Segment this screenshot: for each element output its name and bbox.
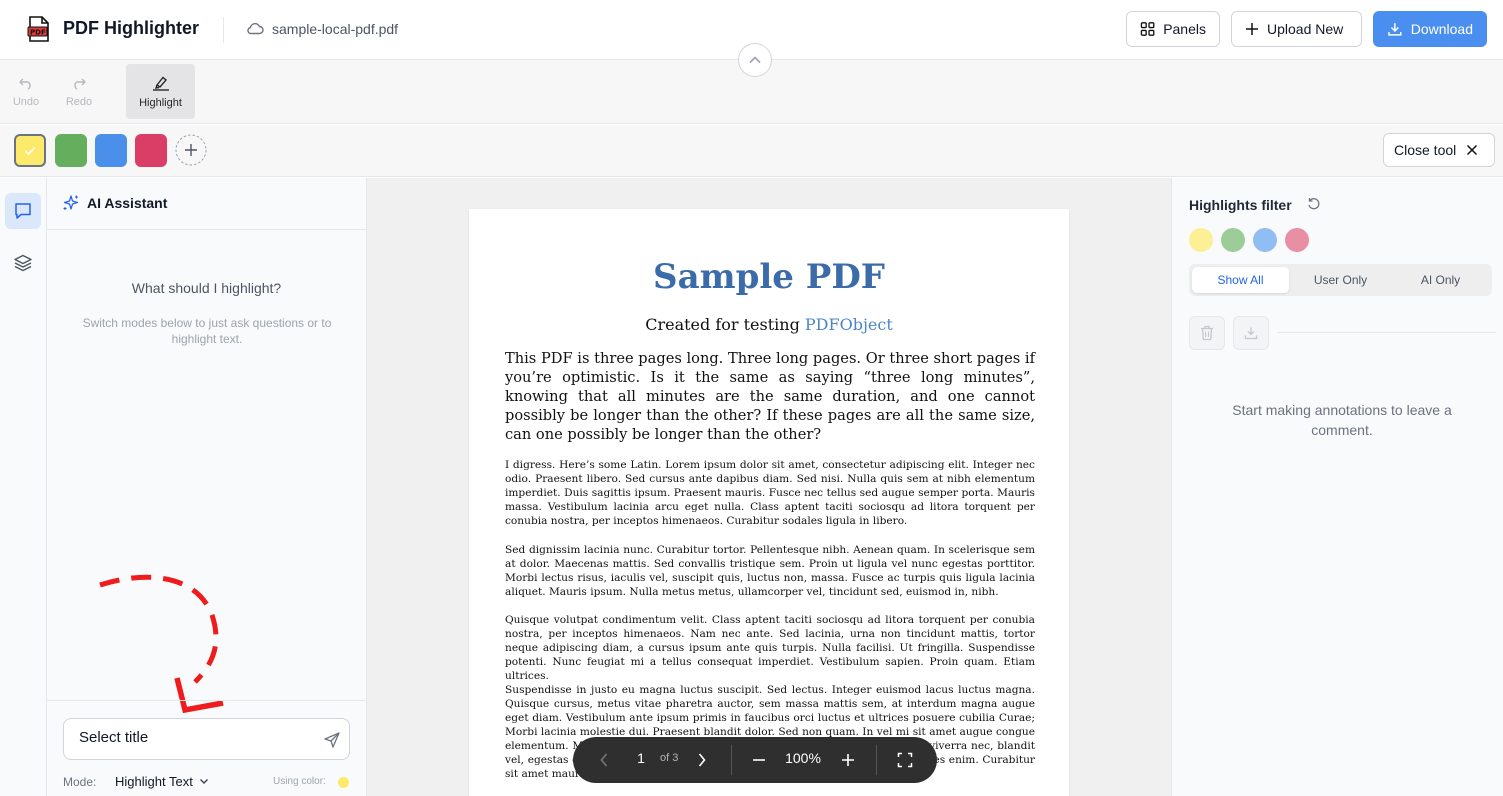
- layers-icon: [14, 254, 32, 272]
- document-viewer: Sample PDF Created for testing PDFObject…: [367, 178, 1171, 796]
- file-name[interactable]: sample-local-pdf.pdf: [272, 21, 398, 37]
- highlighter-icon: [152, 76, 169, 91]
- highlights-filter-title: Highlights filter: [1189, 197, 1292, 213]
- red-arrow-annotation: [99, 574, 224, 714]
- undo-label: Undo: [12, 95, 40, 108]
- color-swatch-green[interactable]: [55, 134, 87, 167]
- trash-icon: [1201, 325, 1213, 341]
- collapse-toolbar-button[interactable]: [738, 43, 772, 77]
- chat-panel-button[interactable]: [5, 193, 41, 229]
- app-title: PDF Highlighter: [63, 18, 199, 38]
- using-color-dot: [338, 777, 349, 788]
- ai-panel-header: AI Assistant: [47, 178, 366, 230]
- panels-label: Panels: [1163, 21, 1206, 37]
- cloud-icon: [247, 22, 264, 35]
- delete-highlights-button[interactable]: [1189, 316, 1225, 350]
- panel-divider: [1278, 332, 1496, 333]
- color-bar: [0, 125, 1503, 177]
- download-label: Download: [1410, 21, 1473, 37]
- highlight-label: Highlight: [139, 96, 182, 109]
- download-icon: [1388, 23, 1402, 36]
- color-swatch-yellow[interactable]: [14, 134, 46, 167]
- color-swatch-blue[interactable]: [95, 134, 127, 167]
- filter-color-red[interactable]: [1285, 228, 1309, 252]
- filter-color-yellow[interactable]: [1189, 228, 1213, 252]
- using-color-label: Using color:: [273, 776, 326, 787]
- pager-divider: [731, 745, 732, 775]
- tab-user-only[interactable]: User Only: [1292, 267, 1389, 293]
- fullscreen-icon[interactable]: [897, 752, 913, 768]
- redo-button[interactable]: Redo: [59, 64, 99, 119]
- tab-ai-only[interactable]: AI Only: [1392, 267, 1489, 293]
- chevron-left-icon[interactable]: [599, 752, 609, 768]
- tab-show-all[interactable]: Show All: [1192, 267, 1289, 293]
- close-icon: [1467, 144, 1478, 156]
- ai-panel-footer: Mode: Highlight Text Using color:: [47, 700, 366, 796]
- left-rail: [0, 178, 47, 796]
- subtitle-text: Created for testing: [645, 315, 805, 334]
- grid-icon: [1140, 22, 1155, 36]
- add-color-button[interactable]: [175, 134, 207, 166]
- pdf-title[interactable]: Sample PDF: [469, 257, 1069, 297]
- svg-text:PDF: PDF: [30, 28, 46, 36]
- upload-label: Upload New: [1267, 21, 1344, 37]
- pdf-file-icon: PDF: [27, 16, 49, 42]
- page-number[interactable]: 1: [631, 750, 651, 766]
- ai-empty-hint: Switch modes below to just ask questions…: [82, 316, 332, 346]
- chat-input[interactable]: [79, 729, 309, 746]
- redo-label: Redo: [65, 95, 93, 108]
- chevron-right-icon[interactable]: [697, 752, 707, 768]
- plus-icon: [1246, 23, 1258, 35]
- pdf-paragraph[interactable]: Sed dignissim lacinia nunc. Curabitur to…: [505, 543, 1035, 599]
- pdf-intro-paragraph[interactable]: This PDF is three pages long. Three long…: [505, 349, 1035, 444]
- color-swatch-red[interactable]: [135, 134, 167, 167]
- check-icon: [24, 146, 36, 155]
- chevron-up-icon: [749, 56, 761, 64]
- close-tool-button[interactable]: Close tool: [1383, 133, 1495, 167]
- zoom-level: 100%: [785, 750, 821, 766]
- download-icon: [1244, 327, 1258, 340]
- highlight-tool-button[interactable]: Highlight: [126, 64, 195, 119]
- pager-divider: [876, 745, 877, 775]
- header-divider: [223, 17, 224, 43]
- ai-assistant-panel: AI Assistant What should I highlight? Sw…: [47, 178, 367, 796]
- redo-icon: [74, 78, 86, 90]
- chevron-down-icon: [199, 779, 208, 784]
- panels-button[interactable]: Panels: [1126, 11, 1220, 47]
- close-tool-label: Close tool: [1394, 142, 1457, 158]
- zoom-in-icon[interactable]: [841, 752, 855, 768]
- sparkle-icon: [63, 195, 79, 210]
- mode-value: Highlight Text: [115, 774, 193, 789]
- ai-panel-title: AI Assistant: [87, 195, 168, 211]
- pdf-page[interactable]: Sample PDF Created for testing PDFObject…: [469, 209, 1069, 796]
- send-icon[interactable]: [323, 731, 341, 749]
- zoom-out-icon[interactable]: [752, 752, 766, 768]
- pdf-paragraph[interactable]: Quisque volutpat condimentum velit. Clas…: [505, 613, 1035, 683]
- pdfobject-link[interactable]: PDFObject: [805, 315, 893, 334]
- filter-tabs: Show All User Only AI Only: [1189, 264, 1492, 296]
- upload-new-button[interactable]: Upload New: [1231, 11, 1362, 47]
- highlights-panel: Highlights filter Show All User Only AI …: [1171, 178, 1503, 796]
- download-button[interactable]: Download: [1373, 11, 1487, 47]
- page-navigation-bar: 1 of 3 100%: [573, 737, 937, 783]
- annotations-empty-text: Start making annotations to leave a comm…: [1232, 402, 1452, 438]
- filter-color-green[interactable]: [1221, 228, 1245, 252]
- filter-color-blue[interactable]: [1253, 228, 1277, 252]
- ai-empty-prompt: What should I highlight?: [131, 280, 282, 296]
- undo-button[interactable]: Undo: [6, 64, 46, 119]
- page-count: of 3: [660, 752, 679, 764]
- pdf-subtitle[interactable]: Created for testing PDFObject: [469, 315, 1069, 334]
- chat-icon: [15, 203, 31, 219]
- layers-panel-button[interactable]: [5, 245, 41, 281]
- pdf-paragraph[interactable]: I digress. Here’s some Latin. Lorem ipsu…: [505, 458, 1035, 528]
- export-highlights-button[interactable]: [1233, 316, 1269, 350]
- undo-icon: [19, 78, 31, 90]
- chat-input-box: [63, 718, 350, 760]
- refresh-icon[interactable]: [1307, 197, 1321, 211]
- app-window: PDF PDF Highlighter sample-local-pdf.pdf…: [0, 0, 1503, 796]
- mode-select[interactable]: Highlight Text: [115, 774, 209, 789]
- mode-label: Mode:: [63, 775, 97, 789]
